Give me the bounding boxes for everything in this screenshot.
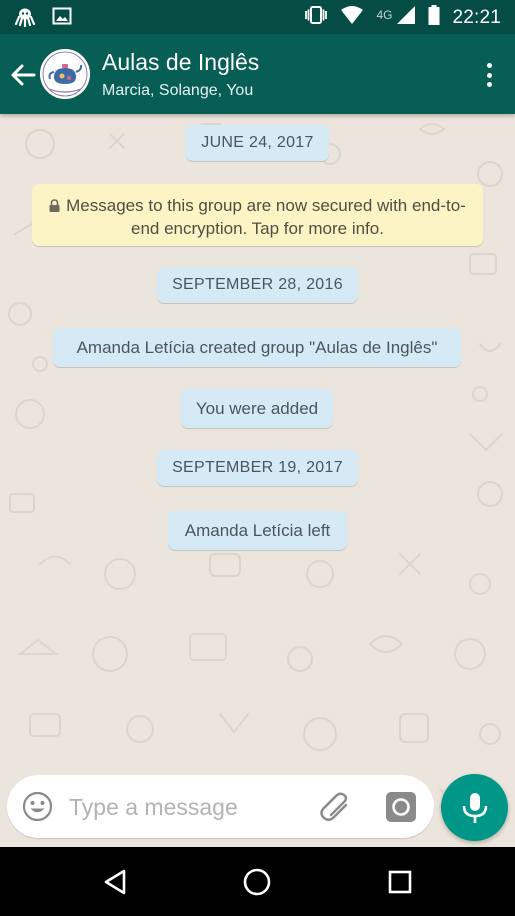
network-type-label: 4G	[376, 7, 393, 22]
vibrate-icon	[304, 5, 328, 30]
overflow-menu-icon[interactable]	[483, 60, 495, 90]
record-voice-button[interactable]	[441, 774, 508, 841]
camera-icon[interactable]	[386, 792, 416, 822]
image-notification-icon	[52, 7, 72, 32]
message-composer	[7, 775, 434, 838]
system-event-message: Amanda Letícia created group "Aulas de I…	[53, 328, 461, 367]
wifi-icon	[340, 5, 364, 30]
group-avatar[interactable]	[40, 49, 90, 99]
date-separator: JUNE 24, 2017	[186, 125, 329, 161]
chat-header: Aulas de Inglês Marcia, Solange, You	[0, 34, 515, 114]
paperclip-icon[interactable]	[319, 791, 353, 823]
notification-octopus-icon	[14, 7, 36, 32]
recents-square-icon[interactable]	[383, 865, 417, 899]
microphone-icon	[462, 793, 488, 823]
back-arrow-icon[interactable]	[8, 60, 38, 90]
system-event-message: Amanda Letícia left	[168, 511, 347, 550]
home-circle-icon[interactable]	[240, 865, 274, 899]
clock: 22:21	[452, 6, 501, 28]
signal-icon	[396, 5, 416, 30]
group-participants[interactable]: Marcia, Solange, You	[102, 82, 253, 100]
back-triangle-icon[interactable]	[99, 865, 133, 899]
group-title[interactable]: Aulas de Inglês	[102, 49, 259, 76]
date-separator: SEPTEMBER 28, 2016	[157, 267, 358, 303]
system-navigation-bar	[0, 847, 515, 916]
system-event-message: You were added	[181, 389, 333, 428]
battery-icon	[428, 5, 440, 30]
date-separator: SEPTEMBER 19, 2017	[157, 450, 358, 486]
encryption-notice[interactable]: Messages to this group are now secured w…	[32, 184, 483, 246]
lock-icon	[49, 196, 60, 218]
encryption-notice-text: Messages to this group are now secured w…	[66, 196, 466, 238]
status-bar: 4G 22:21	[0, 0, 515, 34]
chat-area: JUNE 24, 2017 Messages to this group are…	[0, 114, 515, 847]
message-input[interactable]	[69, 789, 309, 825]
emoji-icon[interactable]	[22, 791, 53, 822]
teapot-logo-avatar	[40, 49, 90, 99]
